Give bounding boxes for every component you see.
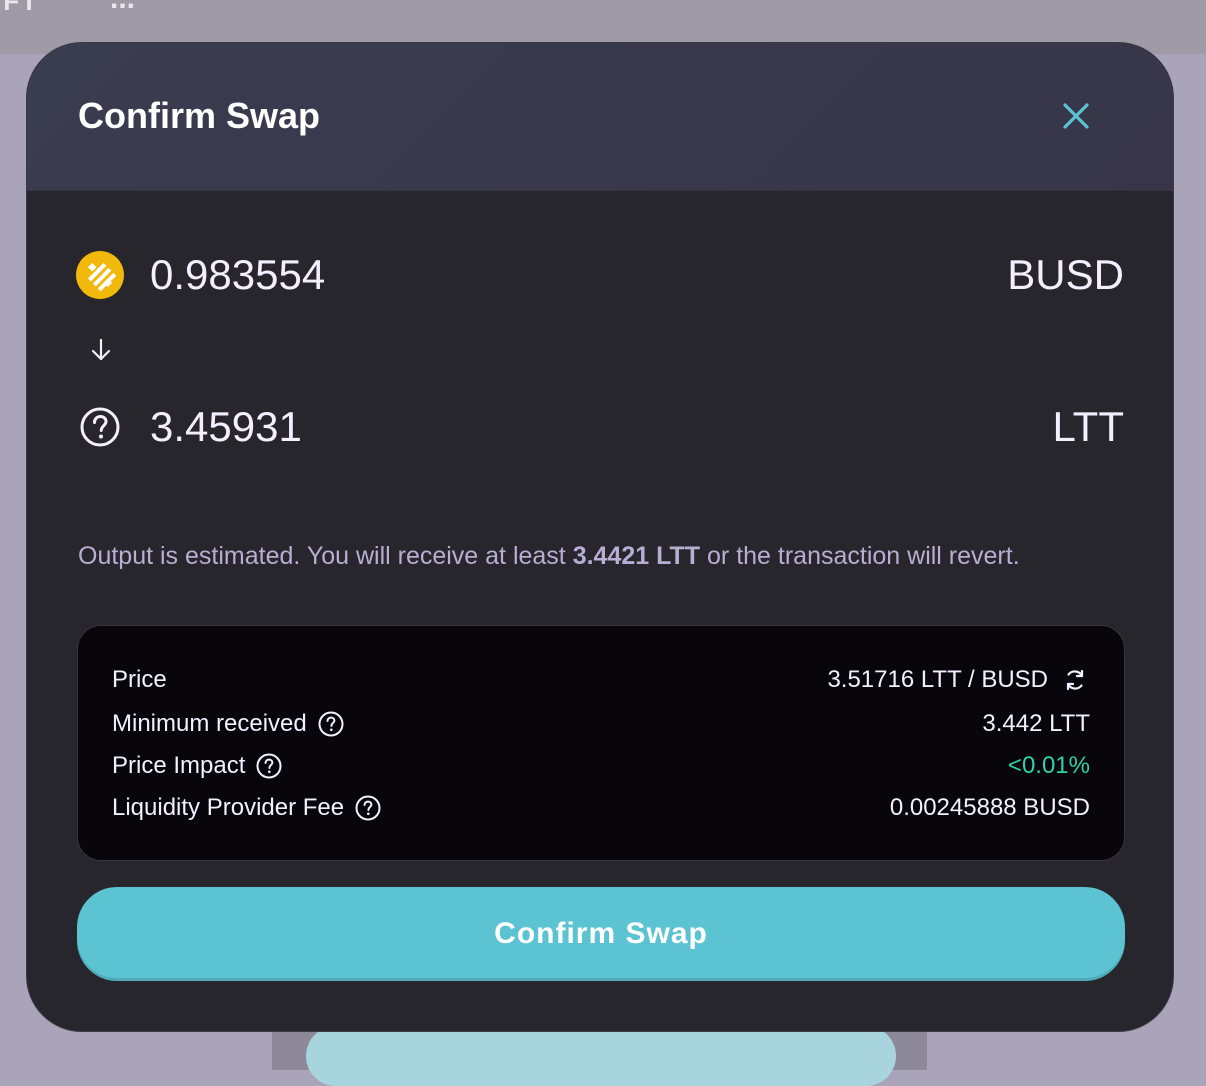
close-icon <box>1063 103 1089 129</box>
estimate-note-amount: 3.4421 LTT <box>572 542 701 570</box>
minimum-received-row: Minimum received 3.442 LTT <box>112 706 1090 742</box>
modal-header: Confirm Swap <box>27 43 1173 191</box>
price-value: 3.51716 LTT / BUSD <box>827 666 1048 693</box>
unknown-token-icon <box>80 407 120 447</box>
minimum-received-label-group: Minimum received <box>112 706 345 742</box>
busd-token-icon <box>76 251 124 299</box>
to-symbol: LTT <box>1052 403 1124 450</box>
background-more-icon: ... <box>110 0 135 16</box>
confirm-swap-button[interactable]: Confirm Swap <box>77 887 1125 981</box>
confirm-swap-modal: Confirm Swap 0.983554 BUSD 3.45931 LTT O… <box>26 42 1174 1032</box>
price-impact-label: Price Impact <box>112 752 246 779</box>
swap-details-panel: Price 3.51716 LTT / BUSD Minimum receive… <box>77 625 1125 861</box>
background-nav-text: IFT <box>0 0 39 16</box>
estimate-note-prefix: Output is estimated. You will receive at… <box>78 542 573 570</box>
refresh-icon[interactable] <box>1062 667 1088 693</box>
modal-title: Confirm Swap <box>78 95 321 136</box>
arrow-down-icon <box>91 338 111 361</box>
minimum-received-value: 3.442 LTT <box>982 710 1090 737</box>
help-icon[interactable] <box>317 710 345 738</box>
estimate-note: Output is estimated. You will receive at… <box>78 539 1020 573</box>
price-impact-value: <0.01% <box>1007 752 1090 779</box>
price-label: Price <box>112 666 167 693</box>
from-amount: 0.983554 <box>150 251 326 298</box>
lp-fee-value: 0.00245888 BUSD <box>889 794 1090 821</box>
help-icon[interactable] <box>354 794 382 822</box>
background-button <box>306 1026 896 1086</box>
help-icon[interactable] <box>255 752 283 780</box>
to-amount: 3.45931 <box>150 403 302 450</box>
price-impact-row: Price Impact <0.01% <box>112 748 1090 784</box>
lp-fee-label: Liquidity Provider Fee <box>112 794 345 821</box>
minimum-received-label: Minimum received <box>112 710 307 737</box>
close-button[interactable] <box>1059 99 1093 133</box>
price-impact-label-group: Price Impact <box>112 748 283 784</box>
swap-to-row: 3.45931 LTT <box>76 401 1124 453</box>
lp-fee-label-group: Liquidity Provider Fee <box>112 790 382 826</box>
lp-fee-row: Liquidity Provider Fee 0.00245888 BUSD <box>112 790 1090 826</box>
swap-from-row: 0.983554 BUSD <box>76 249 1124 301</box>
from-symbol: BUSD <box>1007 251 1124 298</box>
price-value-group: 3.51716 LTT / BUSD <box>827 662 1090 698</box>
price-row: Price 3.51716 LTT / BUSD <box>112 662 1090 698</box>
estimate-note-suffix: or the transaction will revert. <box>700 542 1020 570</box>
